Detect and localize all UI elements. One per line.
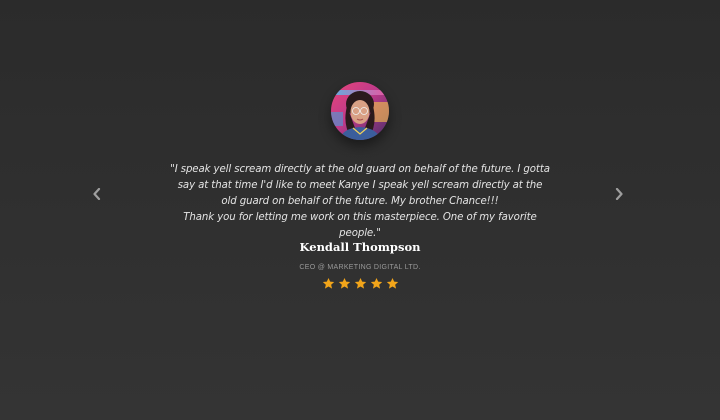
testimonial-quote: "I speak yell scream directly at the old… <box>170 162 550 242</box>
star-icon <box>370 277 382 289</box>
testimonial-carousel: "I speak yell scream directly at the old… <box>0 0 720 420</box>
quote-line-1: "I speak yell scream directly at the old… <box>170 164 550 207</box>
star-rating <box>0 277 720 290</box>
carousel-next-button[interactable] <box>610 185 628 203</box>
star-icon <box>386 277 398 289</box>
testimonial-slide: "I speak yell scream directly at the old… <box>0 0 720 420</box>
testimonial-role: CEO @ Marketing Digital Ltd. <box>299 264 421 271</box>
testimonial-name: Kendall Thompson <box>299 240 421 254</box>
avatar <box>331 82 389 140</box>
star-icon <box>354 277 366 289</box>
chevron-right-icon <box>615 188 623 200</box>
star-icon <box>322 277 334 289</box>
star-icon <box>338 277 350 289</box>
quote-line-2: Thank you for letting me work on this ma… <box>183 212 537 239</box>
